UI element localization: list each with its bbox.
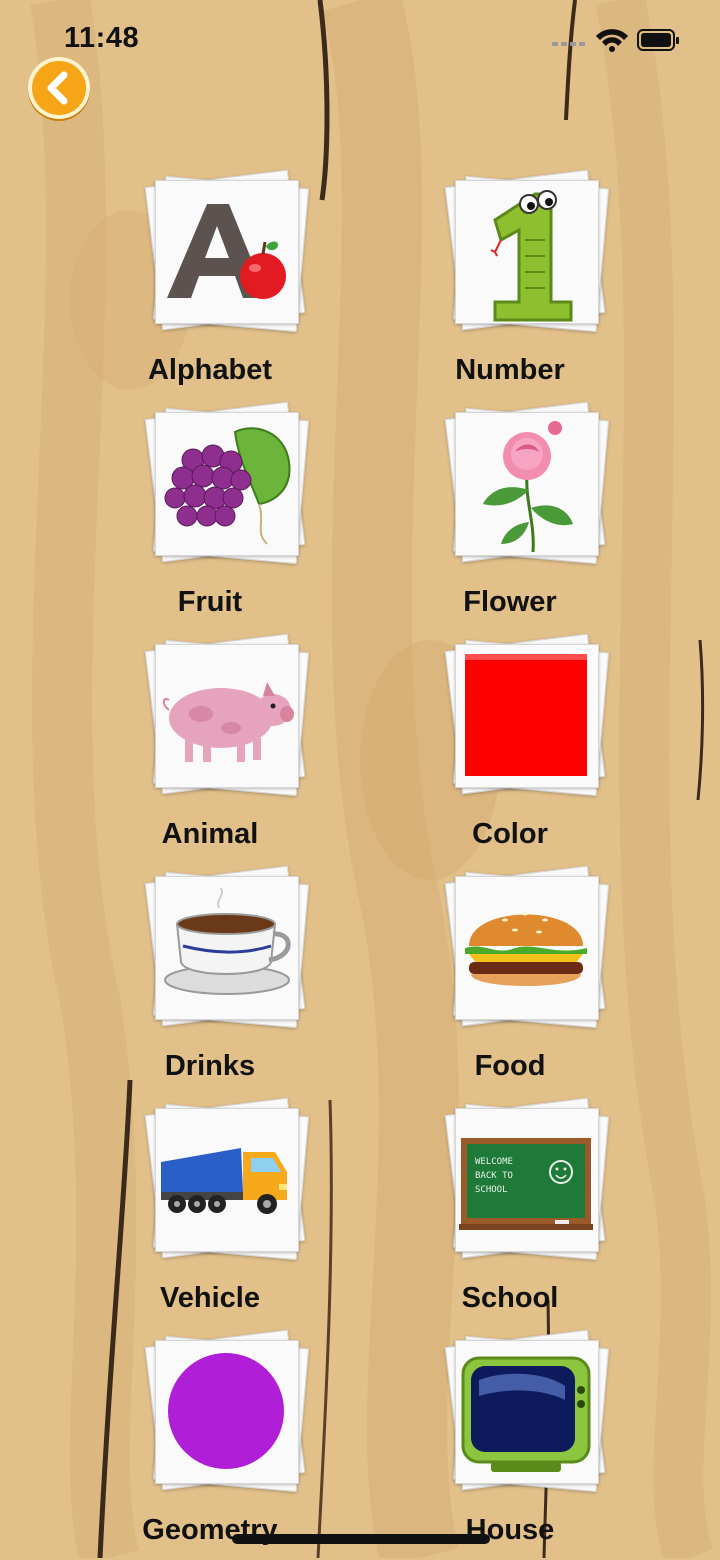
category-house[interactable]: House xyxy=(395,1328,625,1560)
category-number[interactable]: Number xyxy=(395,168,625,400)
purple-circle-icon xyxy=(168,1353,284,1469)
rose-icon xyxy=(483,421,573,553)
number-snake-icon xyxy=(490,190,573,322)
category-flower[interactable]: Flower xyxy=(395,400,625,632)
card-stack xyxy=(139,632,314,802)
category-drinks[interactable]: Drinks xyxy=(95,864,325,1096)
chevron-left-icon xyxy=(28,57,90,121)
category-color[interactable]: Color xyxy=(395,632,625,864)
card-stack xyxy=(439,1328,614,1498)
truck-icon xyxy=(161,1148,287,1214)
category-label: Drinks xyxy=(164,1050,256,1082)
home-indicator[interactable] xyxy=(232,1534,490,1544)
category-label: School xyxy=(461,1282,559,1314)
category-label: Flower xyxy=(463,586,557,618)
category-fruit[interactable]: Fruit xyxy=(95,400,325,632)
category-geometry[interactable]: Geometry xyxy=(95,1328,325,1560)
wifi-icon xyxy=(596,29,628,52)
signal-icon xyxy=(552,42,585,46)
battery-icon xyxy=(637,29,679,51)
chalkboard-line: SCHOOL xyxy=(475,1185,508,1195)
card-stack xyxy=(139,168,314,338)
card-stack xyxy=(139,1328,314,1498)
category-label: Animal xyxy=(161,818,259,850)
pig-icon xyxy=(162,682,294,762)
card-stack xyxy=(439,168,614,338)
red-square-icon xyxy=(465,654,587,776)
category-label: Number xyxy=(455,354,565,386)
category-school[interactable]: WELCOME BACK TO SCHOOL School xyxy=(395,1096,625,1328)
card-stack xyxy=(439,632,614,802)
alphabet-apple-icon xyxy=(167,204,286,299)
card-stack xyxy=(139,864,314,1034)
card-stack xyxy=(439,864,614,1034)
category-label: Food xyxy=(474,1050,546,1082)
status-icons xyxy=(552,29,679,52)
category-label: Color xyxy=(472,818,548,850)
card-stack: WELCOME BACK TO SCHOOL xyxy=(439,1096,614,1266)
chalkboard-icon: WELCOME BACK TO SCHOOL xyxy=(459,1138,593,1230)
status-time: 11:48 xyxy=(64,22,140,54)
category-alphabet[interactable]: Alphabet xyxy=(95,168,325,400)
tv-icon xyxy=(461,1356,591,1472)
coffee-cup-icon xyxy=(164,887,291,995)
category-animal[interactable]: Animal xyxy=(95,632,325,864)
category-label: Alphabet xyxy=(147,354,273,386)
burger-icon xyxy=(465,912,587,986)
back-button[interactable] xyxy=(26,55,92,121)
category-food[interactable]: Food xyxy=(395,864,625,1096)
chalkboard-line: BACK TO xyxy=(475,1171,513,1181)
category-label: Vehicle xyxy=(160,1282,260,1314)
card-stack xyxy=(139,1096,314,1266)
grapes-icon xyxy=(164,427,291,545)
card-stack xyxy=(139,400,314,570)
category-vehicle[interactable]: Vehicle xyxy=(95,1096,325,1328)
chalkboard-line: WELCOME xyxy=(475,1157,513,1167)
card-stack xyxy=(439,400,614,570)
category-label: Fruit xyxy=(177,586,243,618)
